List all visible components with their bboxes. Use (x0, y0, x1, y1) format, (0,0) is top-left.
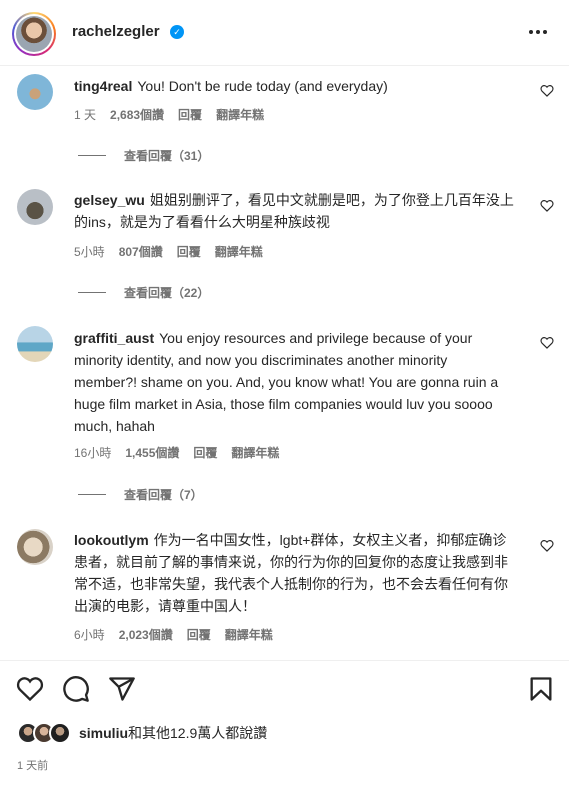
view-replies-button[interactable]: 查看回覆（7） (78, 486, 203, 503)
like-heart-icon[interactable] (540, 199, 554, 212)
comment-meta: 5小時 807個讚 回覆 翻譯年糕 (74, 243, 263, 260)
comment-avatar[interactable] (17, 529, 53, 565)
comment-bubble-icon[interactable] (62, 675, 90, 703)
comment-time: 16小時 (74, 446, 112, 460)
more-options-icon[interactable] (526, 22, 550, 42)
liked-by-count[interactable]: 和其他12.9萬人都說讚 (128, 725, 267, 741)
profile-username[interactable]: rachelzegler (72, 23, 160, 40)
comment-text: You! Don't be rude today (and everyday) (137, 78, 388, 94)
translate-button[interactable]: 翻譯年糕 (215, 243, 263, 260)
post-timestamp: 1 天前 (17, 760, 49, 772)
post-actions-bar (0, 675, 569, 705)
share-send-icon[interactable] (108, 675, 136, 703)
comment-time: 6小時 (74, 628, 105, 642)
like-heart-icon[interactable] (540, 336, 554, 349)
view-replies-button[interactable]: 查看回覆（22） (78, 284, 209, 301)
like-heart-icon[interactable] (540, 539, 554, 552)
reply-button[interactable]: 回覆 (177, 243, 201, 260)
comment-meta: 1 天 2,683個讚 回覆 翻譯年糕 (74, 106, 264, 123)
comment-text-block: graffiti_aust You enjoy resources and pri… (74, 327, 514, 437)
translate-button[interactable]: 翻譯年糕 (216, 106, 264, 123)
comment-text-block: gelsey_wu 姐姐别删评了，看见中文就删是吧，为了你登上几百年没上的ins，… (74, 189, 514, 233)
comment-time: 1 天 (74, 108, 97, 122)
bookmark-save-icon[interactable] (527, 675, 555, 703)
comment-avatar[interactable] (17, 74, 53, 110)
verified-badge-icon: ✓ (170, 25, 184, 39)
liked-by-username[interactable]: simuliu (79, 725, 128, 741)
section-divider (0, 660, 569, 661)
replies-divider-line (78, 155, 106, 156)
view-replies-button[interactable]: 查看回覆（31） (78, 147, 209, 164)
comment-likes[interactable]: 2,023個讚 (119, 626, 173, 643)
view-replies-label: 查看回覆（31） (124, 149, 210, 163)
comment-meta: 16小時 1,455個讚 回覆 翻譯年糕 (74, 444, 279, 461)
reply-button[interactable]: 回覆 (178, 106, 202, 123)
translate-button[interactable]: 翻譯年糕 (231, 444, 279, 461)
like-heart-icon[interactable] (16, 675, 44, 703)
comment-username[interactable]: graffiti_aust (74, 330, 154, 346)
profile-avatar[interactable] (12, 12, 56, 56)
like-heart-icon[interactable] (540, 84, 554, 97)
replies-divider-line (78, 292, 106, 293)
post-header: rachelzegler ✓ (0, 0, 569, 66)
reply-button[interactable]: 回覆 (193, 444, 217, 461)
comment-avatar[interactable] (17, 189, 53, 225)
comment-time: 5小時 (74, 245, 105, 259)
comment-meta: 6小時 2,023個讚 回覆 翻譯年糕 (74, 626, 273, 643)
comment-text-block: ting4real You! Don't be rude today (and e… (74, 75, 514, 97)
view-replies-label: 查看回覆（22） (124, 286, 210, 300)
comment-username[interactable]: ting4real (74, 78, 132, 94)
comment-text-block: lookoutlym 作为一名中国女性，lgbt+群体，女权主义者，抑郁症确诊患者… (74, 529, 514, 617)
liked-by-text[interactable]: simuliu和其他12.9萬人都說讚 (79, 723, 267, 743)
comment-likes[interactable]: 807個讚 (119, 243, 163, 260)
translate-button[interactable]: 翻譯年糕 (225, 626, 273, 643)
comment-username[interactable]: gelsey_wu (74, 192, 145, 208)
comment-avatar[interactable] (17, 326, 53, 362)
liked-by-row[interactable]: simuliu和其他12.9萬人都說讚 (17, 722, 267, 744)
liker-avatar (49, 722, 71, 744)
comment-username[interactable]: lookoutlym (74, 532, 149, 548)
comment-likes[interactable]: 2,683個讚 (110, 106, 164, 123)
replies-divider-line (78, 494, 106, 495)
reply-button[interactable]: 回覆 (187, 626, 211, 643)
view-replies-label: 查看回覆（7） (124, 488, 203, 502)
comment-likes[interactable]: 1,455個讚 (125, 444, 179, 461)
